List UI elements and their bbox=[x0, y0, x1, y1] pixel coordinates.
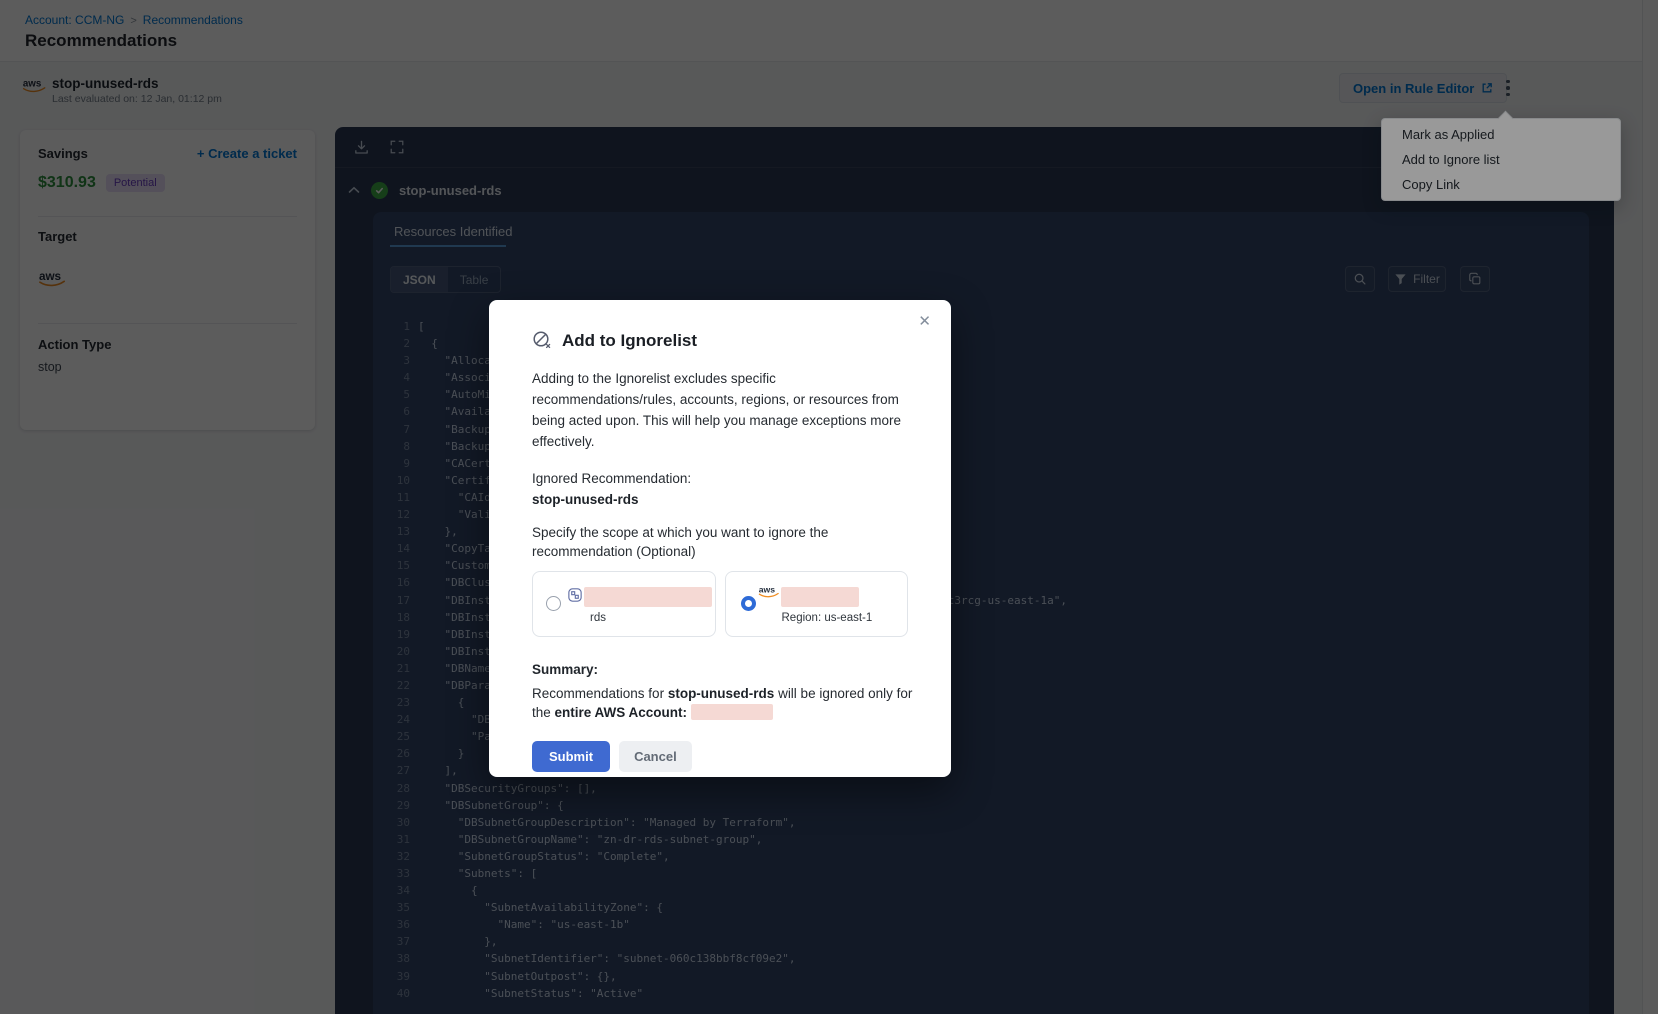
scope-options-row: rds aws Region: us-east-1 bbox=[532, 571, 908, 637]
modal-description: Adding to the Ignorelist excludes specif… bbox=[532, 368, 914, 452]
scope-option-resource[interactable]: rds bbox=[532, 571, 716, 637]
radio-unselected[interactable] bbox=[546, 596, 561, 611]
scope-option-label: rds bbox=[590, 612, 606, 624]
ignored-recommendation-label: Ignored Recommendation: bbox=[532, 471, 908, 486]
rds-icon bbox=[566, 586, 584, 604]
summary-scope-bold: entire AWS Account: bbox=[555, 705, 688, 720]
redacted-account-id bbox=[691, 704, 773, 720]
scope-instruction-text: Specify the scope at which you want to i… bbox=[532, 523, 927, 561]
redacted-account-id bbox=[781, 587, 859, 607]
svg-text:aws: aws bbox=[758, 584, 774, 594]
scope-option-label: Region: us-east-1 bbox=[782, 612, 873, 624]
ignored-recommendation-value: stop-unused-rds bbox=[532, 492, 908, 507]
summary-recommendation-name: stop-unused-rds bbox=[668, 686, 775, 701]
scope-option-account[interactable]: aws Region: us-east-1 bbox=[725, 571, 909, 637]
submit-button[interactable]: Submit bbox=[532, 741, 610, 772]
ignore-icon bbox=[532, 330, 553, 351]
redacted-resource-id bbox=[584, 587, 712, 607]
summary-sentence: Recommendations for stop-unused-rds will… bbox=[532, 684, 914, 722]
close-icon[interactable]: ✕ bbox=[918, 314, 931, 329]
radio-selected[interactable] bbox=[741, 596, 756, 611]
summary-label: Summary: bbox=[532, 662, 908, 677]
add-to-ignorelist-modal: ✕ Add to Ignorelist Adding to the Ignore… bbox=[489, 300, 951, 777]
modal-title: Add to Ignorelist bbox=[562, 331, 697, 351]
cancel-button[interactable]: Cancel bbox=[619, 741, 692, 772]
aws-logo-icon: aws bbox=[758, 583, 781, 599]
recommendations-page: Account: CCM-NG>Recommendations Recommen… bbox=[0, 0, 1658, 1014]
